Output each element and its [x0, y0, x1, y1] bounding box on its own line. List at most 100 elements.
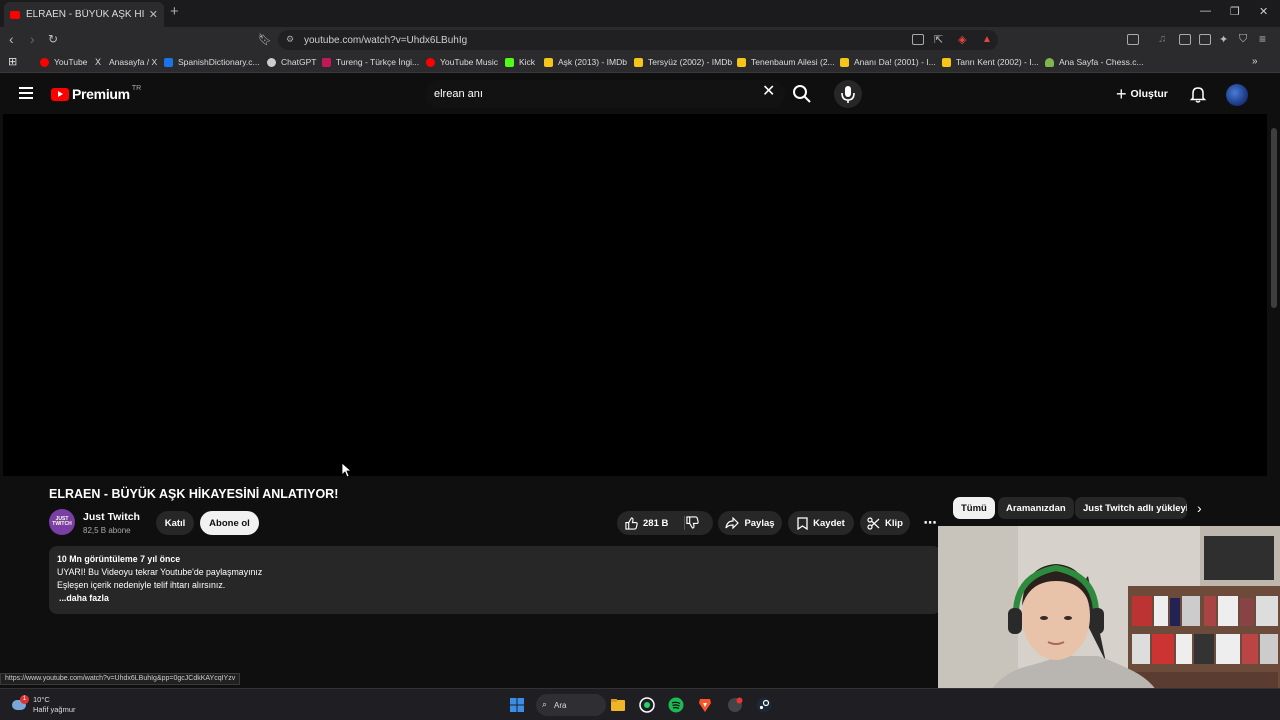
bookmark-imdb-tersyuz[interactable]: Tersyüz (2002) - IMDb: [634, 57, 732, 67]
bookmark-imdb-tenenbaum[interactable]: Tenenbaum Ailesi (2...: [737, 57, 835, 67]
bookmark-youtube-music[interactable]: YouTube Music: [426, 57, 498, 67]
share-button[interactable]: Paylaş: [718, 511, 782, 535]
app-icon[interactable]: [727, 697, 743, 713]
region-code: TR: [131, 84, 142, 92]
sidebar-icon[interactable]: [1179, 34, 1191, 45]
imdb-icon: [737, 57, 746, 67]
clear-search-icon[interactable]: ✕: [762, 84, 775, 100]
back-icon[interactable]: ‹: [9, 31, 14, 47]
tureng-icon: [322, 57, 331, 67]
imdb-icon: [942, 57, 951, 67]
chip-all[interactable]: Tümü: [953, 497, 995, 519]
save-button[interactable]: Kaydet: [788, 511, 854, 535]
show-more-link[interactable]: ...daha fazla: [57, 592, 933, 605]
windows-taskbar: 1 10°C Hafif yağmur ⌕ Ara: [0, 688, 1280, 720]
like-divider: [684, 516, 685, 530]
bookmark-spanishdict[interactable]: SpanishDictionary.c...: [164, 57, 260, 67]
minimize-icon[interactable]: —: [1200, 5, 1211, 17]
cast-icon[interactable]: [912, 34, 924, 45]
browser-tab-active[interactable]: ELRAEN - BÜYÜK AŞK HİKAYESİNİ ✕: [4, 2, 164, 27]
forward-icon[interactable]: ›: [30, 31, 35, 47]
file-explorer-icon[interactable]: [610, 697, 626, 713]
more-bookmarks-icon[interactable]: »: [1252, 56, 1258, 67]
apps-grid-icon[interactable]: ⊞: [8, 55, 17, 68]
tab-search-icon[interactable]: [1127, 34, 1139, 45]
media-icon[interactable]: ♫: [1158, 33, 1166, 45]
bookmark-imdb-ask[interactable]: Aşk (2013) - IMDb: [544, 57, 627, 67]
bookmark-x[interactable]: X Anasayfa / X: [95, 57, 157, 67]
browser-tab-bar: ELRAEN - BÜYÜK AŞK HİKAYESİNİ ✕ + — ❐ ✕: [0, 0, 1280, 27]
youtube-premium-logo[interactable]: Premium TR: [51, 84, 142, 102]
create-button[interactable]: + Oluştur: [1116, 85, 1168, 103]
bookmark-page-icon[interactable]: 🔖︎: [258, 33, 272, 46]
chatgpt-icon: [267, 57, 276, 67]
video-player[interactable]: [3, 114, 1267, 476]
vpn-icon[interactable]: ⛉: [1239, 33, 1247, 46]
brave-browser-icon[interactable]: [697, 697, 713, 713]
share-page-icon[interactable]: ⇱: [934, 33, 943, 46]
youtube-music-icon: [426, 57, 435, 67]
reload-icon[interactable]: ↻: [48, 32, 58, 46]
plus-icon: +: [1116, 84, 1127, 104]
bookmark-tureng[interactable]: Tureng - Türkçe İngi...: [322, 57, 419, 67]
wallet-icon[interactable]: [1199, 34, 1211, 45]
hamburger-menu-icon[interactable]: [19, 87, 33, 99]
chip-from-search[interactable]: Aramanızdan: [998, 497, 1074, 519]
window-close-icon[interactable]: ✕: [1259, 5, 1268, 18]
new-tab-icon[interactable]: +: [170, 3, 179, 20]
view-count-date: 10 Mn görüntüleme 7 yıl önce: [57, 554, 181, 564]
spotify-icon[interactable]: [668, 697, 684, 713]
chess-icon: [1045, 57, 1054, 67]
bookmark-chatgpt[interactable]: ChatGPT: [267, 57, 316, 67]
video-title: ELRAEN - BÜYÜK AŞK HİKAYESİNİ ANLATIYOR!: [49, 487, 339, 501]
imdb-icon: [544, 57, 553, 67]
chevron-right-icon[interactable]: ›: [1197, 500, 1202, 516]
search-icon[interactable]: [790, 82, 814, 106]
taskbar-search[interactable]: ⌕ Ara: [536, 694, 606, 716]
bookmark-save-icon: [797, 516, 808, 530]
browser-toolbar: ‹ › ↻ 🔖︎ ⚙ youtube.com/watch?v=Uhdx6LBuh…: [0, 27, 1280, 53]
voice-search-button[interactable]: [834, 80, 862, 108]
menu-icon[interactable]: ≡: [1259, 32, 1266, 46]
whatsapp-icon[interactable]: [639, 697, 655, 713]
brave-shields-icon[interactable]: ◈: [958, 33, 966, 46]
weather-widget[interactable]: 1 10°C Hafif yağmur: [12, 695, 76, 715]
mouse-cursor-icon: [342, 463, 352, 478]
windows-start-icon[interactable]: [509, 697, 525, 713]
subscribe-button[interactable]: Abone ol: [200, 511, 259, 535]
video-description[interactable]: 10 Mn görüntüleme 7 yıl önce UYARI! Bu V…: [49, 546, 941, 614]
leo-ai-icon[interactable]: ✦: [1219, 33, 1228, 46]
like-button[interactable]: 281 B: [625, 516, 669, 530]
x-icon: X: [95, 56, 102, 67]
bookmark-youtube[interactable]: YouTube: [40, 57, 87, 67]
like-dislike-group: 281 B: [617, 511, 713, 535]
thumbs-down-icon[interactable]: [686, 516, 699, 529]
clip-button[interactable]: Klip: [860, 511, 910, 535]
search-input[interactable]: elrean anı: [425, 80, 785, 108]
notifications-bell-icon[interactable]: [1190, 85, 1206, 103]
steam-icon[interactable]: [756, 697, 772, 713]
join-button[interactable]: Katıl: [156, 511, 194, 535]
scissors-icon: [867, 516, 880, 530]
thumbs-up-icon: [625, 516, 638, 530]
address-bar[interactable]: ⚙ youtube.com/watch?v=Uhdx6LBuhIg: [278, 30, 998, 50]
bookmark-kick[interactable]: Kick: [505, 57, 535, 67]
maximize-icon[interactable]: ❐: [1230, 5, 1240, 18]
youtube-header: Premium TR elrean anı ✕ + Oluştur: [0, 76, 1268, 114]
spanishdict-icon: [164, 57, 173, 67]
scrollbar-thumb[interactable]: [1271, 128, 1277, 308]
user-avatar[interactable]: [1226, 84, 1248, 106]
like-count: 281 B: [643, 517, 669, 529]
site-info-icon[interactable]: ⚙: [286, 34, 294, 45]
bookmark-imdb-anani[interactable]: Ananı Da! (2001) - I...: [840, 57, 936, 67]
kick-icon: [505, 57, 514, 67]
temperature: 10°C: [33, 695, 50, 704]
brave-rewards-icon[interactable]: ▲: [982, 34, 992, 45]
chip-uploader[interactable]: Just Twitch adlı yükleyici: [1075, 497, 1187, 519]
channel-name[interactable]: Just Twitch: [83, 511, 140, 523]
tab-close-icon[interactable]: ✕: [149, 8, 158, 21]
bookmark-imdb-tanri-kent[interactable]: Tanrı Kent (2002) - I...: [942, 57, 1039, 67]
channel-avatar[interactable]: JUST TWITCH: [49, 509, 75, 535]
bookmark-chess[interactable]: Ana Sayfa - Chess.c...: [1045, 57, 1144, 67]
imdb-icon: [634, 57, 643, 67]
